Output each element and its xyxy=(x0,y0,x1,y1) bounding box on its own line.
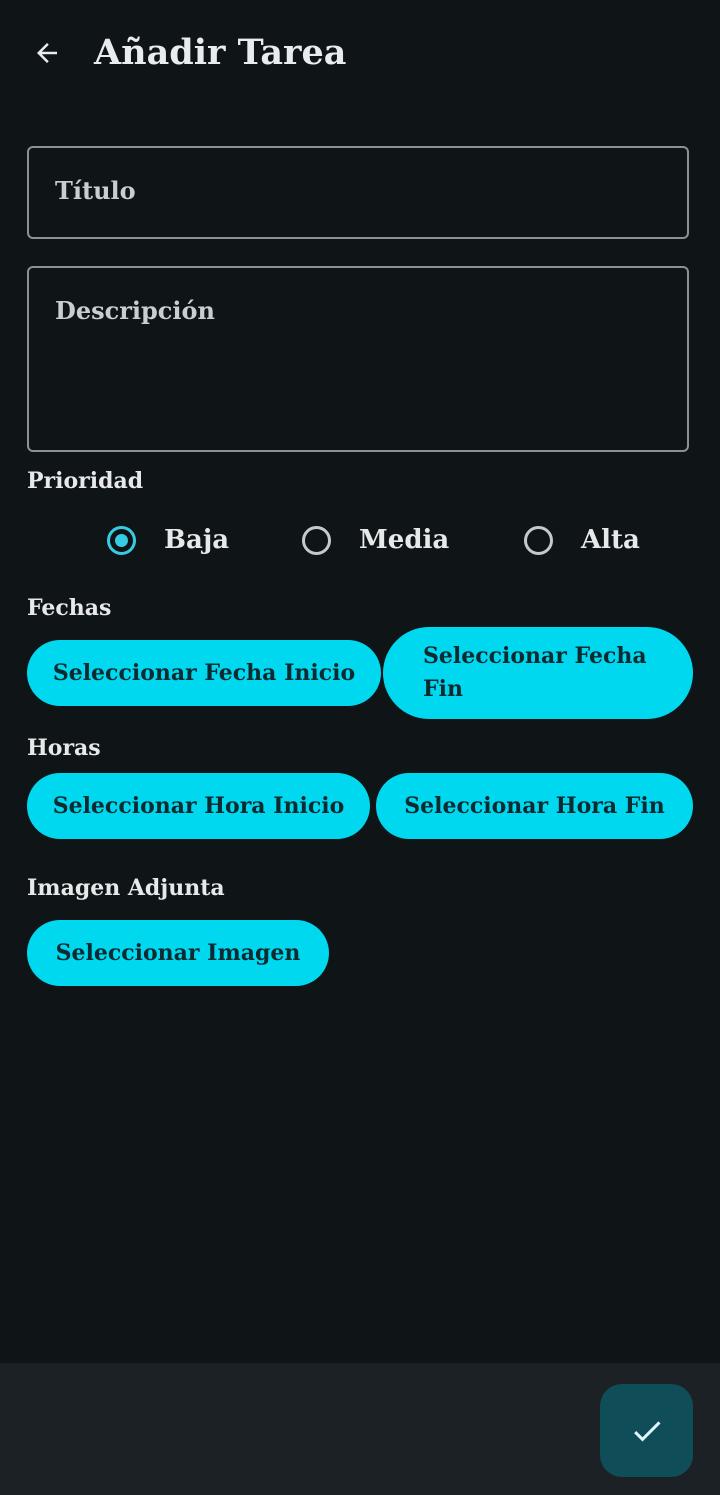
select-image-button[interactable]: Seleccionar Imagen xyxy=(27,920,329,986)
select-start-date-button[interactable]: Seleccionar Fecha Inicio xyxy=(27,640,381,706)
arrow-back-icon xyxy=(37,43,57,63)
dates-label: Fechas xyxy=(27,595,112,621)
priority-option-baja[interactable]: Baja xyxy=(107,516,229,564)
priority-option-label: Alta xyxy=(581,525,640,555)
priority-option-label: Media xyxy=(359,525,450,555)
priority-label: Prioridad xyxy=(27,468,144,494)
save-fab-button[interactable] xyxy=(600,1384,693,1477)
select-end-date-button[interactable]: Seleccionar Fecha Fin xyxy=(383,627,693,719)
radio-unselected-icon xyxy=(302,525,331,555)
image-label: Imagen Adjunta xyxy=(27,875,225,901)
hours-label: Horas xyxy=(27,735,101,761)
description-field[interactable]: Descripción xyxy=(27,266,689,452)
back-button[interactable] xyxy=(24,30,70,76)
check-icon xyxy=(633,1420,660,1441)
priority-option-label: Baja xyxy=(164,525,230,555)
title-placeholder: Título xyxy=(55,176,136,205)
priority-option-media[interactable]: Media xyxy=(302,516,449,564)
page-title: Añadir Tarea xyxy=(94,32,347,73)
title-field[interactable]: Título xyxy=(27,146,689,239)
priority-option-alta[interactable]: Alta xyxy=(524,516,640,564)
select-start-time-button[interactable]: Seleccionar Hora Inicio xyxy=(27,773,370,839)
top-app-bar: Añadir Tarea xyxy=(0,0,720,105)
description-placeholder: Descripción xyxy=(55,296,215,325)
radio-selected-icon xyxy=(107,525,136,555)
select-end-time-button[interactable]: Seleccionar Hora Fin xyxy=(376,773,693,839)
radio-unselected-icon xyxy=(524,525,553,555)
